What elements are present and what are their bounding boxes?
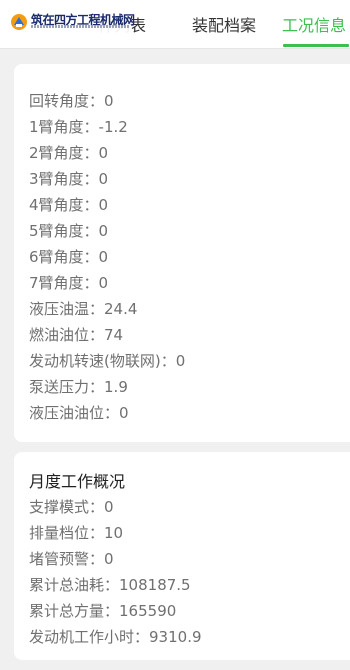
fuel-level-row: 燃油油位：74	[29, 326, 124, 344]
rotation-angle-row: 回转角度：0	[29, 92, 114, 110]
logo-icon	[11, 14, 27, 30]
tab-working-status[interactable]: 工况信息	[282, 12, 346, 36]
blockage-warning-row: 堵管预警：0	[29, 550, 114, 568]
monthly-overview-card: 月度工作概况 支撑模式：0 排量档位：10 堵管预警：0 累计总油耗：10818…	[14, 452, 350, 660]
pump-pressure-row: 泵送压力：1.9	[29, 378, 128, 396]
tab-assembly-archive[interactable]: 装配档案	[192, 12, 256, 36]
arm2-angle-row: 2臂角度：0	[29, 144, 109, 162]
hydraulic-oil-level-row: 液压油油位：0	[29, 404, 129, 422]
monthly-overview-title: 月度工作概况	[29, 472, 126, 491]
arm4-angle-row: 4臂角度：0	[29, 196, 109, 214]
arm6-angle-row: 6臂角度：0	[29, 248, 109, 266]
total-volume-row: 累计总方量：165590	[29, 602, 177, 620]
engine-hours-row: 发动机工作小时：9310.9	[29, 628, 202, 646]
total-fuel-consumption-row: 累计总油耗：108187.5	[29, 576, 191, 594]
arm3-angle-row: 3臂角度：0	[29, 170, 109, 188]
logo-subtext	[31, 25, 129, 28]
active-tab-indicator	[283, 44, 349, 47]
hydraulic-oil-temp-row: 液压油温：24.4	[29, 300, 138, 318]
engine-speed-row: 发动机转速(物联网)：0	[29, 352, 186, 370]
watermark-logo: 筑在四方工程机械网	[0, 10, 135, 34]
displacement-gear-row: 排量档位：10	[29, 524, 124, 542]
arm7-angle-row: 7臂角度：0	[29, 274, 109, 292]
arm5-angle-row: 5臂角度：0	[29, 222, 109, 240]
realtime-status-card: 回转角度：0 1臂角度：-1.2 2臂角度：0 3臂角度：0 4臂角度：0 5臂…	[14, 64, 350, 442]
support-mode-row: 支撑模式：0	[29, 498, 114, 516]
arm1-angle-row: 1臂角度：-1.2	[29, 118, 128, 136]
